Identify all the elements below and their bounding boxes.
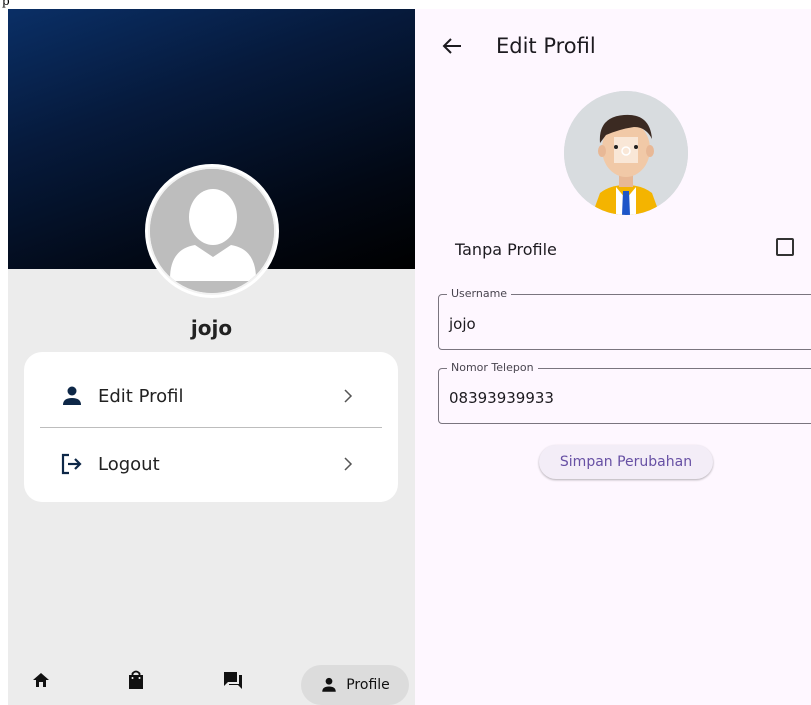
profile-avatar [145,164,279,298]
save-changes-button[interactable]: Simpan Perubahan [539,445,713,479]
menu-divider [40,427,382,428]
nav-chat[interactable] [218,665,248,695]
nav-profile[interactable]: Profile [301,665,409,705]
logout-icon [58,450,86,478]
phone-field-label: Nomor Telepon [447,361,538,374]
phone-field[interactable]: Nomor Telepon 08393939933 [438,361,811,424]
username-input[interactable]: jojo [449,315,789,333]
page-title: Edit Profil [496,34,596,58]
person-icon [58,382,86,410]
chevron-right-icon [344,389,353,403]
nav-home[interactable] [26,665,56,695]
cartoon-avatar-image [564,91,688,215]
phone-input[interactable]: 08393939933 [449,389,789,407]
username-field-label: Username [447,287,512,300]
profile-username: jojo [190,316,233,340]
menu-item-label: Edit Profil [98,385,184,407]
home-icon [33,673,49,687]
screenshot-root: p jojo Edit Profil Logout Profile Edit P… [0,0,811,705]
username-field[interactable]: Username jojo [438,287,811,350]
app-bar: Edit Profil [415,9,811,73]
person-icon [322,677,336,692]
menu-item-label: Logout [98,453,160,475]
nav-shop[interactable] [121,665,151,695]
shopping-bag-icon [129,670,143,689]
tanpa-profile-row: Tanpa Profile [455,237,794,263]
forum-icon [224,672,242,689]
default-avatar-icon [150,169,274,293]
edit-profile-screen: Edit Profil Tanpa Profile Username jojo … [415,9,811,705]
stray-character: p [2,0,10,8]
profile-photo[interactable] [564,91,688,215]
menu-item-logout[interactable]: Logout [40,434,382,494]
back-arrow-icon[interactable] [441,35,463,57]
tanpa-profile-label: Tanpa Profile [455,240,557,259]
profile-menu-card: Edit Profil Logout [24,352,398,502]
menu-item-edit-profil[interactable]: Edit Profil [40,366,382,426]
bottom-navigation: Profile [8,655,415,705]
nav-profile-label: Profile [346,677,390,693]
tanpa-profile-checkbox[interactable] [776,238,794,256]
profile-screen: jojo Edit Profil Logout Profile [8,9,415,705]
chevron-right-icon [344,457,353,471]
